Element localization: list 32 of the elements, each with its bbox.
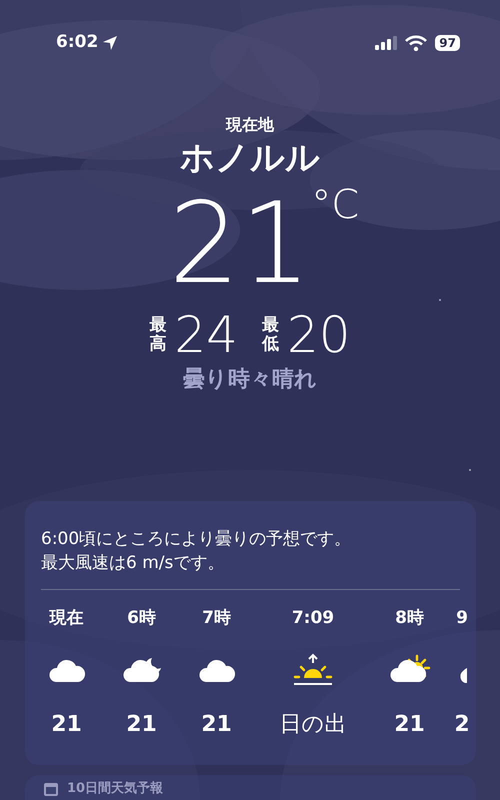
weather-condition: 曇り時々晴れ <box>183 366 317 394</box>
signal-icon <box>375 36 398 50</box>
high-label: 最高 <box>149 316 166 354</box>
hour-label: 7時 <box>202 607 231 630</box>
hour-temperature: 21 <box>201 711 232 739</box>
battery-level: 97 <box>435 35 460 51</box>
hour-temperature: 21 <box>51 711 82 739</box>
forecast-card[interactable]: 10日間天気予報 <box>25 775 476 800</box>
sunrise-label: 日の出 <box>280 711 346 739</box>
hour-temperature: 21 <box>394 711 425 739</box>
location-arrow-icon <box>102 35 118 51</box>
hour-label: 6時 <box>127 607 156 630</box>
hour-label: 現在 <box>50 607 84 630</box>
forecast-title: 10日間天気予報 <box>67 781 164 797</box>
hour-temperature: 2 <box>454 711 470 739</box>
calendar-icon <box>43 781 59 797</box>
hour-label: 7:09 <box>292 607 334 630</box>
current-temperature: 21 <box>168 184 312 304</box>
high-temperature: 24 <box>174 308 238 362</box>
forecast-summary: 最大風速は6 m/sです。 <box>41 552 226 575</box>
clock-time: 6:02 <box>56 31 98 54</box>
hour-label: 9 <box>456 607 468 630</box>
sunrise-icon <box>293 653 333 687</box>
low-temperature: 20 <box>287 308 351 362</box>
location-caption: 現在地 <box>226 114 274 136</box>
forecast-summary: 6:00頃にところにより曇りの予想です。 <box>41 528 352 551</box>
hour-label: 8時 <box>395 607 424 630</box>
temperature-unit: °C <box>311 181 360 230</box>
low-label: 最低 <box>262 316 279 354</box>
city-name: ホノルル <box>180 137 320 180</box>
hour-temperature: 21 <box>126 711 157 739</box>
wifi-icon <box>405 35 428 51</box>
